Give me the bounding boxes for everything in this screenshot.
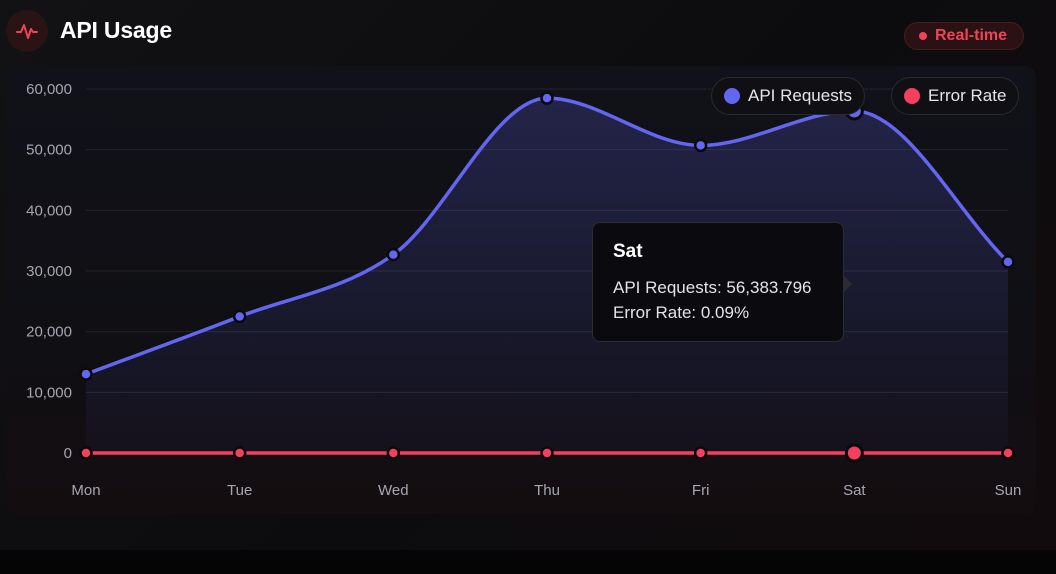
data-point[interactable] xyxy=(693,446,708,460)
x-tick-label: Sat xyxy=(843,482,866,499)
y-tick-label: 20,000 xyxy=(26,324,72,341)
legend-error-rate[interactable]: Error Rate xyxy=(891,77,1020,115)
tooltip-arrow xyxy=(844,276,852,292)
y-tick-label: 0 xyxy=(64,445,72,462)
y-tick-label: 40,000 xyxy=(26,202,72,219)
y-tick-label: 60,000 xyxy=(26,81,72,98)
legend-label: Error Rate xyxy=(928,86,1007,105)
data-point[interactable] xyxy=(540,446,554,460)
series-area-0 xyxy=(86,98,1008,453)
data-point[interactable] xyxy=(232,446,247,460)
tooltip-requests: API Requests: 56,383.796 xyxy=(613,278,812,297)
x-tick-label: Mon xyxy=(71,482,100,499)
data-point[interactable] xyxy=(79,367,93,381)
data-point[interactable] xyxy=(386,446,401,460)
x-tick-label: Sun xyxy=(995,482,1022,499)
tooltip-error-rate: Error Rate: 0.09% xyxy=(613,303,750,322)
x-tick-label: Wed xyxy=(378,482,409,499)
chart-tooltip: Sat API Requests: 56,383.796 Error Rate:… xyxy=(592,222,844,342)
data-point[interactable] xyxy=(844,443,864,463)
data-point[interactable] xyxy=(693,138,708,153)
data-point[interactable] xyxy=(540,91,554,105)
legend-swatch-requests xyxy=(724,88,740,104)
data-point[interactable] xyxy=(232,309,247,324)
legend-api-requests[interactable]: API Requests xyxy=(711,77,865,115)
data-point[interactable] xyxy=(1001,255,1015,269)
data-point[interactable] xyxy=(1001,446,1015,460)
data-point[interactable] xyxy=(79,446,93,460)
y-tick-label: 30,000 xyxy=(26,263,72,280)
legend-swatch-errors xyxy=(904,88,920,104)
x-tick-label: Thu xyxy=(534,482,560,499)
data-point[interactable] xyxy=(386,247,401,262)
y-tick-label: 50,000 xyxy=(26,142,72,159)
x-tick-label: Tue xyxy=(227,482,252,499)
x-tick-label: Fri xyxy=(692,482,710,499)
legend-label: API Requests xyxy=(748,86,852,105)
tooltip-title: Sat xyxy=(613,241,643,262)
y-tick-label: 10,000 xyxy=(26,384,72,401)
